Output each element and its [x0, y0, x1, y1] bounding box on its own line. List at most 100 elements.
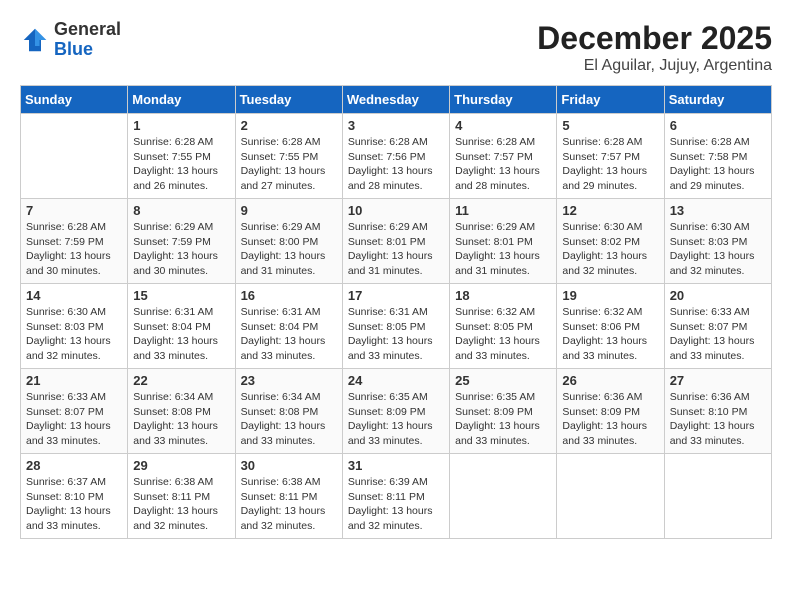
cell-info: Sunrise: 6:28 AMSunset: 7:56 PMDaylight:…: [348, 135, 444, 194]
cell-info: Sunrise: 6:28 AMSunset: 7:58 PMDaylight:…: [670, 135, 766, 194]
calendar-day-24: 24 Sunrise: 6:35 AMSunset: 8:09 PMDayligh…: [342, 369, 449, 454]
cell-info: Sunrise: 6:30 AMSunset: 8:03 PMDaylight:…: [670, 220, 766, 279]
calendar-week-5: 28Sunrise: 6:37 AMSunset: 8:10 PMDayligh…: [21, 454, 772, 539]
day-number: 2: [241, 118, 337, 133]
cell-info: Sunrise: 6:39 AMSunset: 8:11 PMDaylight:…: [348, 475, 444, 534]
calendar-week-2: 7Sunrise: 6:28 AMSunset: 7:59 PMDaylight…: [21, 199, 772, 284]
cell-info: Sunrise: 6:35 AMSunset: 8:09 PMDaylight:…: [348, 390, 444, 449]
calendar-day-8: 8Sunrise: 6:29 AMSunset: 7:59 PMDaylight…: [128, 199, 235, 284]
day-number: 14: [26, 288, 122, 303]
day-number: 21: [26, 373, 122, 388]
calendar-day-21: 21 Sunrise: 6:33 AMSunset: 8:07 PMDayligh…: [21, 369, 128, 454]
calendar-week-1: 1 Sunrise: 6:28 AMSunset: 7:55 PMDaylight…: [21, 114, 772, 199]
calendar-day-15: 15 Sunrise: 6:31 AMSunset: 8:04 PMDayligh…: [128, 284, 235, 369]
day-header-thursday: Thursday: [450, 86, 557, 114]
logo-blue: Blue: [54, 39, 93, 59]
day-number: 1: [133, 118, 229, 133]
day-number: 19: [562, 288, 658, 303]
day-number: 16: [241, 288, 337, 303]
day-number: 31: [348, 458, 444, 473]
calendar-day-31: 31 Sunrise: 6:39 AMSunset: 8:11 PMDayligh…: [342, 454, 449, 539]
day-number: 7: [26, 203, 122, 218]
calendar-day-9: 9 Sunrise: 6:29 AMSunset: 8:00 PMDaylight…: [235, 199, 342, 284]
day-number: 24: [348, 373, 444, 388]
day-number: 27: [670, 373, 766, 388]
logo-general: General: [54, 19, 121, 39]
day-header-wednesday: Wednesday: [342, 86, 449, 114]
cell-info: Sunrise: 6:35 AMSunset: 8:09 PMDaylight:…: [455, 390, 551, 449]
header: General Blue December 2025 El Aguilar, J…: [20, 20, 772, 75]
day-number: 23: [241, 373, 337, 388]
day-header-tuesday: Tuesday: [235, 86, 342, 114]
day-number: 5: [562, 118, 658, 133]
calendar-day-13: 13 Sunrise: 6:30 AMSunset: 8:03 PMDayligh…: [664, 199, 771, 284]
cell-info: Sunrise: 6:31 AMSunset: 8:05 PMDaylight:…: [348, 305, 444, 364]
day-number: 20: [670, 288, 766, 303]
empty-cell: [557, 454, 664, 539]
calendar-day-23: 23Sunrise: 6:34 AMSunset: 8:08 PMDayligh…: [235, 369, 342, 454]
cell-info: Sunrise: 6:38 AMSunset: 8:11 PMDaylight:…: [133, 475, 229, 534]
day-number: 3: [348, 118, 444, 133]
day-number: 8: [133, 203, 229, 218]
cell-info: Sunrise: 6:28 AMSunset: 7:57 PMDaylight:…: [455, 135, 551, 194]
cell-info: Sunrise: 6:36 AMSunset: 8:10 PMDaylight:…: [670, 390, 766, 449]
logo-text: General Blue: [54, 20, 121, 60]
calendar-day-20: 20 Sunrise: 6:33 AMSunset: 8:07 PMDayligh…: [664, 284, 771, 369]
day-number: 29: [133, 458, 229, 473]
calendar-day-26: 26 Sunrise: 6:36 AMSunset: 8:09 PMDayligh…: [557, 369, 664, 454]
day-number: 6: [670, 118, 766, 133]
cell-info: Sunrise: 6:37 AMSunset: 8:10 PMDaylight:…: [26, 475, 122, 534]
cell-info: Sunrise: 6:28 AMSunset: 7:55 PMDaylight:…: [133, 135, 229, 194]
day-number: 17: [348, 288, 444, 303]
cell-info: Sunrise: 6:29 AMSunset: 8:01 PMDaylight:…: [455, 220, 551, 279]
day-number: 18: [455, 288, 551, 303]
calendar-day-3: 3 Sunrise: 6:28 AMSunset: 7:56 PMDaylight…: [342, 114, 449, 199]
day-number: 26: [562, 373, 658, 388]
cell-info: Sunrise: 6:38 AMSunset: 8:11 PMDaylight:…: [241, 475, 337, 534]
empty-cell: [664, 454, 771, 539]
cell-info: Sunrise: 6:32 AMSunset: 8:06 PMDaylight:…: [562, 305, 658, 364]
location-title: El Aguilar, Jujuy, Argentina: [537, 57, 772, 75]
calendar-day-5: 5 Sunrise: 6:28 AMSunset: 7:57 PMDaylight…: [557, 114, 664, 199]
calendar-day-7: 7Sunrise: 6:28 AMSunset: 7:59 PMDaylight…: [21, 199, 128, 284]
calendar-day-17: 17 Sunrise: 6:31 AMSunset: 8:05 PMDayligh…: [342, 284, 449, 369]
day-header-monday: Monday: [128, 86, 235, 114]
cell-info: Sunrise: 6:29 AMSunset: 8:01 PMDaylight:…: [348, 220, 444, 279]
calendar-day-25: 25 Sunrise: 6:35 AMSunset: 8:09 PMDayligh…: [450, 369, 557, 454]
calendar-day-29: 29 Sunrise: 6:38 AMSunset: 8:11 PMDayligh…: [128, 454, 235, 539]
empty-cell: [450, 454, 557, 539]
cell-info: Sunrise: 6:31 AMSunset: 8:04 PMDaylight:…: [133, 305, 229, 364]
calendar-week-4: 21 Sunrise: 6:33 AMSunset: 8:07 PMDayligh…: [21, 369, 772, 454]
day-number: 22: [133, 373, 229, 388]
calendar-day-19: 19 Sunrise: 6:32 AMSunset: 8:06 PMDayligh…: [557, 284, 664, 369]
calendar-day-16: 16 Sunrise: 6:31 AMSunset: 8:04 PMDayligh…: [235, 284, 342, 369]
cell-info: Sunrise: 6:32 AMSunset: 8:05 PMDaylight:…: [455, 305, 551, 364]
cell-info: Sunrise: 6:33 AMSunset: 8:07 PMDaylight:…: [670, 305, 766, 364]
calendar: SundayMondayTuesdayWednesdayThursdayFrid…: [20, 85, 772, 539]
calendar-day-4: 4 Sunrise: 6:28 AMSunset: 7:57 PMDaylight…: [450, 114, 557, 199]
day-number: 4: [455, 118, 551, 133]
cell-info: Sunrise: 6:30 AMSunset: 8:03 PMDaylight:…: [26, 305, 122, 364]
empty-cell: [21, 114, 128, 199]
calendar-day-6: 6 Sunrise: 6:28 AMSunset: 7:58 PMDaylight…: [664, 114, 771, 199]
cell-info: Sunrise: 6:33 AMSunset: 8:07 PMDaylight:…: [26, 390, 122, 449]
cell-info: Sunrise: 6:28 AMSunset: 7:57 PMDaylight:…: [562, 135, 658, 194]
day-number: 15: [133, 288, 229, 303]
day-number: 9: [241, 203, 337, 218]
day-number: 11: [455, 203, 551, 218]
cell-info: Sunrise: 6:36 AMSunset: 8:09 PMDaylight:…: [562, 390, 658, 449]
logo: General Blue: [20, 20, 121, 60]
day-number: 13: [670, 203, 766, 218]
cell-info: Sunrise: 6:29 AMSunset: 8:00 PMDaylight:…: [241, 220, 337, 279]
logo-icon: [20, 25, 50, 55]
day-header-sunday: Sunday: [21, 86, 128, 114]
day-number: 25: [455, 373, 551, 388]
calendar-day-11: 11 Sunrise: 6:29 AMSunset: 8:01 PMDayligh…: [450, 199, 557, 284]
cell-info: Sunrise: 6:28 AMSunset: 7:55 PMDaylight:…: [241, 135, 337, 194]
calendar-day-22: 22Sunrise: 6:34 AMSunset: 8:08 PMDayligh…: [128, 369, 235, 454]
day-number: 30: [241, 458, 337, 473]
cell-info: Sunrise: 6:31 AMSunset: 8:04 PMDaylight:…: [241, 305, 337, 364]
calendar-day-10: 10Sunrise: 6:29 AMSunset: 8:01 PMDayligh…: [342, 199, 449, 284]
calendar-day-30: 30 Sunrise: 6:38 AMSunset: 8:11 PMDayligh…: [235, 454, 342, 539]
day-header-friday: Friday: [557, 86, 664, 114]
